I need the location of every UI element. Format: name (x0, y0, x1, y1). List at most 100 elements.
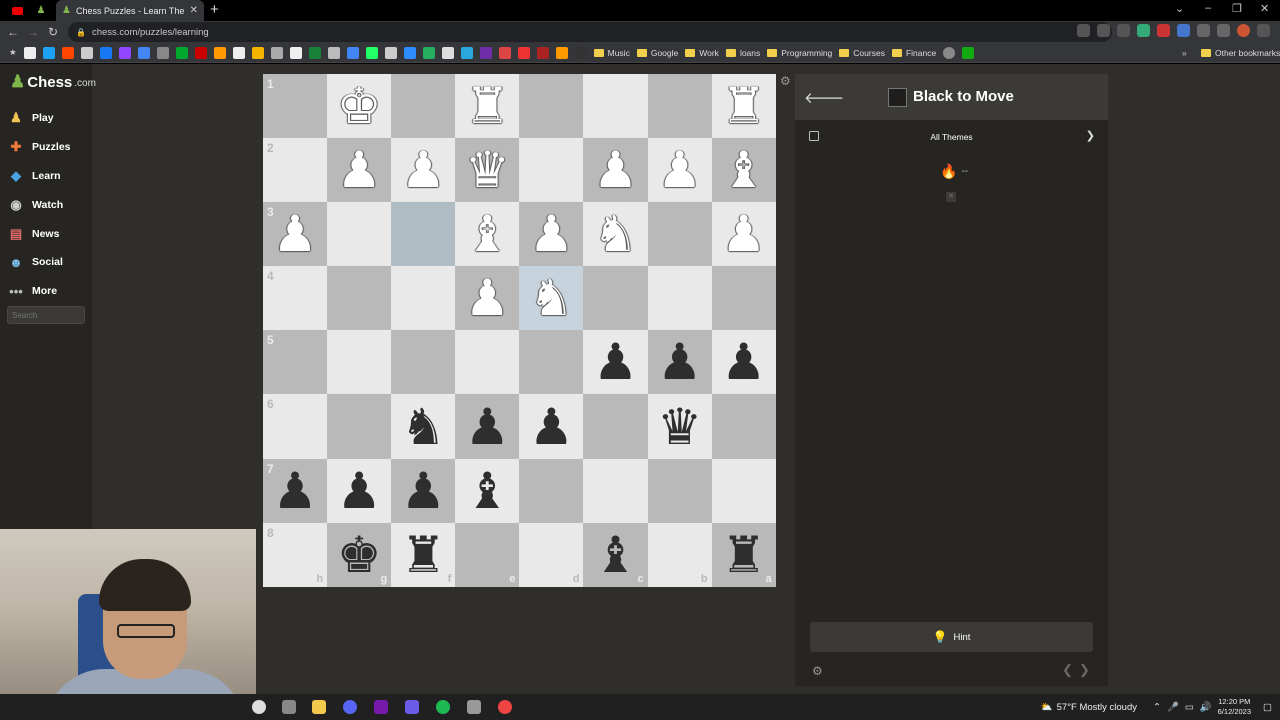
extension-icon[interactable] (1157, 24, 1170, 37)
bookmark-icon[interactable] (251, 46, 264, 59)
volume-icon[interactable]: 🔊 (1200, 702, 1212, 713)
bookmark-icon[interactable] (99, 46, 112, 59)
bookmark-icon[interactable] (213, 46, 226, 59)
square-b5[interactable]: ♟ (647, 330, 712, 395)
bookmark-icon[interactable] (42, 46, 55, 59)
bookmark-icon[interactable] (498, 46, 511, 59)
square-c8[interactable]: c ♝ (583, 522, 648, 587)
white-pawn-icon[interactable]: ♟ (401, 145, 446, 195)
spotify-icon[interactable] (436, 700, 450, 714)
bookmark-icon[interactable] (943, 46, 956, 59)
sidebar-item-puzzles[interactable]: ✚ Puzzles (8, 133, 71, 162)
bookmark-icon[interactable] (232, 46, 245, 59)
tray-chevron-icon[interactable]: ⌃ (1153, 702, 1161, 713)
square-f7[interactable]: ♟ (391, 458, 456, 523)
square-d2[interactable] (519, 138, 584, 203)
bookmark-icon[interactable] (403, 46, 416, 59)
black-pawn-icon[interactable]: ♟ (657, 337, 702, 387)
square-g7[interactable]: ♟ (327, 458, 392, 523)
bookmark-folder-programming[interactable]: Programming (767, 48, 832, 58)
sidebar-item-play[interactable]: ♟ Play (8, 104, 71, 133)
menu-icon[interactable] (1257, 24, 1270, 37)
bookmark-icon[interactable] (517, 46, 530, 59)
black-pawn-icon[interactable]: ♟ (593, 337, 638, 387)
square-g4[interactable] (327, 266, 392, 331)
square-d4[interactable]: ♞ (519, 266, 584, 331)
black-pawn-icon[interactable]: ♟ (337, 466, 382, 516)
star-icon[interactable]: ★ (9, 47, 17, 58)
black-pawn-icon[interactable]: ♟ (401, 466, 446, 516)
bookmark-icon[interactable] (574, 46, 587, 59)
square-e4[interactable]: ♟ (455, 266, 520, 331)
square-e5[interactable] (455, 330, 520, 395)
square-c5[interactable]: ♟ (583, 330, 648, 395)
board-settings-gear-icon[interactable]: ⚙ (780, 74, 791, 88)
app-taskbar-icon[interactable] (467, 700, 481, 714)
square-h6[interactable]: 6 (263, 394, 328, 459)
square-a6[interactable] (711, 394, 776, 459)
sidebar-item-more[interactable]: ••• More (8, 277, 71, 306)
bookmark-icon[interactable] (555, 46, 568, 59)
square-a8[interactable]: a ♜ (711, 522, 776, 587)
bookmark-icon[interactable] (194, 46, 207, 59)
square-f6[interactable]: ♞ (391, 394, 456, 459)
forward-icon[interactable]: → (23, 25, 43, 39)
bookmark-folder-work[interactable]: Work (685, 48, 719, 58)
youtube-tab-icon[interactable] (6, 2, 28, 19)
active-tab[interactable]: ♟ Chess Puzzles - Learn Themes an ✕ (56, 0, 204, 21)
square-c2[interactable]: ♟ (583, 138, 648, 203)
square-b1[interactable] (647, 74, 712, 139)
bookmark-icon[interactable] (962, 46, 975, 59)
white-bishop-icon[interactable]: ♝ (721, 145, 766, 195)
white-queen-icon[interactable]: ♛ (465, 145, 510, 195)
square-e6[interactable]: ♟ (455, 394, 520, 459)
square-c1[interactable] (583, 74, 648, 139)
square-a5[interactable]: ♟ (711, 330, 776, 395)
bookmark-icon[interactable] (118, 46, 131, 59)
file-explorer-icon[interactable] (312, 700, 326, 714)
clock[interactable]: 12:20 PM 6/12/2023 (1218, 697, 1251, 717)
bookmark-icon[interactable] (460, 46, 473, 59)
settings-gear-icon[interactable]: ⚙ (812, 664, 823, 678)
discord-icon[interactable] (343, 700, 357, 714)
bookmark-icon[interactable] (422, 46, 435, 59)
bookmark-icon[interactable] (270, 46, 283, 59)
weather-widget[interactable]: ⛅ 57°F Mostly cloudy (1041, 702, 1137, 713)
square-e8[interactable]: e (455, 522, 520, 587)
square-e3[interactable]: ♝ (455, 202, 520, 267)
square-a7[interactable] (711, 458, 776, 523)
bookmark-icon[interactable] (80, 46, 93, 59)
bookmark-icon[interactable] (175, 46, 188, 59)
square-d7[interactable] (519, 458, 584, 523)
square-f2[interactable]: ♟ (391, 138, 456, 203)
bookmark-icon[interactable] (23, 46, 36, 59)
square-b2[interactable]: ♟ (647, 138, 712, 203)
bookmark-icon[interactable] (479, 46, 492, 59)
square-g2[interactable]: ♟ (327, 138, 392, 203)
bookmark-icon[interactable] (137, 46, 150, 59)
previous-arrow-icon[interactable]: ❮ (1062, 662, 1073, 678)
hint-button[interactable]: 💡 Hint (810, 622, 1093, 652)
bookmark-icon[interactable] (346, 46, 359, 59)
microphone-icon[interactable]: 🎤 (1167, 702, 1179, 713)
back-icon[interactable]: ← (3, 25, 23, 39)
square-g5[interactable] (327, 330, 392, 395)
close-window-icon[interactable]: ✕ (1260, 2, 1269, 15)
onenote-icon[interactable] (374, 700, 388, 714)
square-c7[interactable] (583, 458, 648, 523)
white-pawn-icon[interactable]: ♟ (529, 209, 574, 259)
extension-icon[interactable] (1177, 24, 1190, 37)
network-icon[interactable]: ▭ (1185, 702, 1194, 713)
square-a2[interactable]: ♝ (711, 138, 776, 203)
bookmark-icon[interactable] (308, 46, 321, 59)
extensions-puzzle-icon[interactable] (1197, 24, 1210, 37)
app-taskbar-icon[interactable] (282, 700, 296, 714)
square-b6[interactable]: ♛ (647, 394, 712, 459)
black-rook-icon[interactable]: ♜ (721, 530, 766, 580)
black-rook-icon[interactable]: ♜ (401, 530, 446, 580)
white-pawn-icon[interactable]: ♟ (721, 209, 766, 259)
square-d5[interactable] (519, 330, 584, 395)
square-b8[interactable]: b (647, 522, 712, 587)
bookmark-star-icon[interactable] (1117, 24, 1130, 37)
white-rook-icon[interactable]: ♜ (465, 81, 510, 131)
